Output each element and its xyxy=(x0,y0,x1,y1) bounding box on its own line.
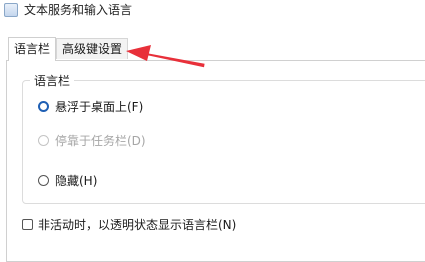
window-title: 文本服务和输入语言 xyxy=(24,3,133,17)
checkbox[interactable] xyxy=(22,219,33,230)
radio-button-disabled xyxy=(38,135,49,146)
tab-language-bar[interactable]: 语言栏 xyxy=(8,37,57,61)
tab-advanced-key-settings[interactable]: 高级键设置 xyxy=(56,38,129,59)
group-title: 语言栏 xyxy=(30,72,75,89)
radio-button[interactable] xyxy=(38,175,49,186)
radio-label: 悬浮于桌面上(F) xyxy=(55,100,144,114)
radio-button-selected[interactable] xyxy=(38,101,49,112)
checkbox-label: 非活动时，以透明状态显示语言栏(N) xyxy=(38,218,237,232)
title-bar: 文本服务和输入语言 xyxy=(0,0,425,26)
keyboard-app-icon xyxy=(4,3,18,17)
radio-label: 停靠于任务栏(D) xyxy=(55,134,146,148)
tab-strip: 语言栏 高级键设置 xyxy=(0,34,425,64)
radio-label: 隐藏(H) xyxy=(55,174,98,188)
